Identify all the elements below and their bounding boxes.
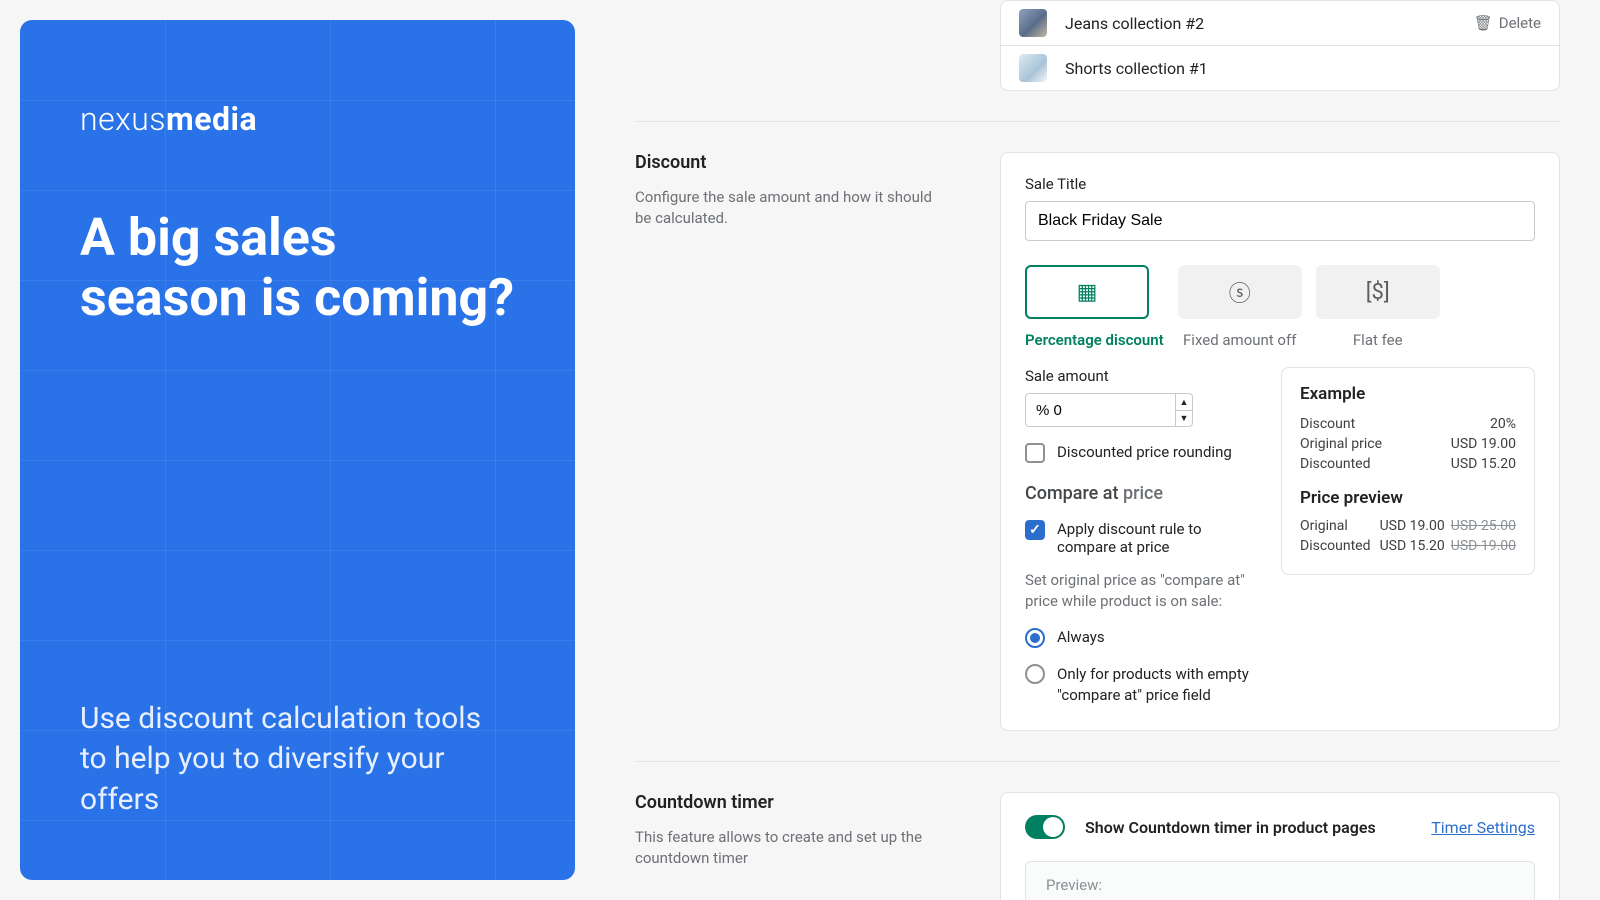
discount-type-percentage[interactable]: ▦ Percentage discount [1025,265,1164,349]
collection-thumb-icon [1019,9,1047,37]
apply-compare-label: Apply discount rule to compare at price [1057,520,1253,556]
delete-collection-button[interactable]: Delete [1474,14,1541,32]
divider [635,121,1560,122]
example-title: Example [1300,384,1516,404]
promo-card: nexusmedia A big sales season is coming?… [20,20,575,880]
rounding-label: Discounted price rounding [1057,443,1232,461]
sale-amount-label: Sale amount [1025,367,1253,385]
timer-settings-link[interactable]: Timer Settings [1431,818,1535,837]
divider [635,761,1560,762]
collection-row[interactable]: Shorts collection #1 [1001,45,1559,90]
compare-at-heading: Compare at price [1025,483,1253,504]
discount-type-label: Flat fee [1316,331,1440,349]
delete-label: Delete [1499,14,1541,32]
brand-logo: nexusmedia [80,100,515,138]
apply-compare-checkbox[interactable] [1025,520,1045,540]
sale-title-input[interactable] [1025,201,1535,241]
countdown-section-title: Countdown timer [635,792,940,813]
discount-type-label: Fixed amount off [1178,331,1302,349]
collections-card: Jeans collection #2 Delete Shorts collec… [1000,0,1560,91]
discount-type-row: ▦ Percentage discount ⓢ Fixed amount off… [1025,265,1535,349]
compare-hint: Set original price as "compare at" price… [1025,570,1253,612]
collection-name: Shorts collection #1 [1065,59,1208,78]
discount-type-fixed[interactable]: ⓢ Fixed amount off [1178,265,1302,349]
compare-empty-radio[interactable] [1025,664,1045,684]
dollar-icon: ⓢ [1229,276,1251,308]
collection-name: Jeans collection #2 [1065,14,1204,33]
discount-section: Discount Configure the sale amount and h… [635,152,1560,731]
discount-card: Sale Title ▦ Percentage discount ⓢ Fixed… [1000,152,1560,731]
sale-amount-input[interactable] [1025,393,1175,427]
price-preview-title: Price preview [1300,488,1516,508]
main-content: Jeans collection #2 Delete Shorts collec… [595,0,1600,900]
collection-row[interactable]: Jeans collection #2 Delete [1001,1,1559,45]
flat-fee-icon: [$] [1366,280,1390,305]
trash-icon [1474,14,1493,32]
compare-always-radio[interactable] [1025,628,1045,648]
promo-headline: A big sales season is coming? [80,208,515,328]
show-timer-label: Show Countdown timer in product pages [1085,818,1376,837]
sale-title-label: Sale Title [1025,175,1535,193]
brand-logo-bold: media [166,100,257,138]
discount-type-flat[interactable]: [$] Flat fee [1316,265,1440,349]
countdown-section-desc: This feature allows to create and set up… [635,827,940,869]
compare-empty-label: Only for products with empty "compare at… [1057,664,1253,706]
countdown-section: Countdown timer This feature allows to c… [635,792,1560,900]
preview-label: Preview: [1046,876,1514,894]
stepper-up-icon[interactable]: ▲ [1175,393,1193,410]
discount-type-label: Percentage discount [1025,331,1164,349]
countdown-card: Show Countdown timer in product pages Ti… [1000,792,1560,900]
percentage-icon: ▦ [1077,280,1098,305]
sale-amount-stepper[interactable]: ▲ ▼ [1025,393,1253,427]
show-timer-toggle[interactable] [1025,815,1065,839]
stepper-down-icon[interactable]: ▼ [1175,410,1193,427]
discount-section-title: Discount [635,152,940,173]
collection-thumb-icon [1019,54,1047,82]
brand-logo-light: nexus [80,100,166,138]
rounding-checkbox[interactable] [1025,443,1045,463]
example-card: Example Discount20% Original priceUSD 19… [1281,367,1535,575]
promo-subline: Use discount calculation tools to help y… [80,699,515,821]
compare-always-label: Always [1057,628,1105,646]
discount-section-desc: Configure the sale amount and how it sho… [635,187,940,229]
timer-preview: Preview: Sale ends soon: 5 day : 11 hour [1025,861,1535,900]
